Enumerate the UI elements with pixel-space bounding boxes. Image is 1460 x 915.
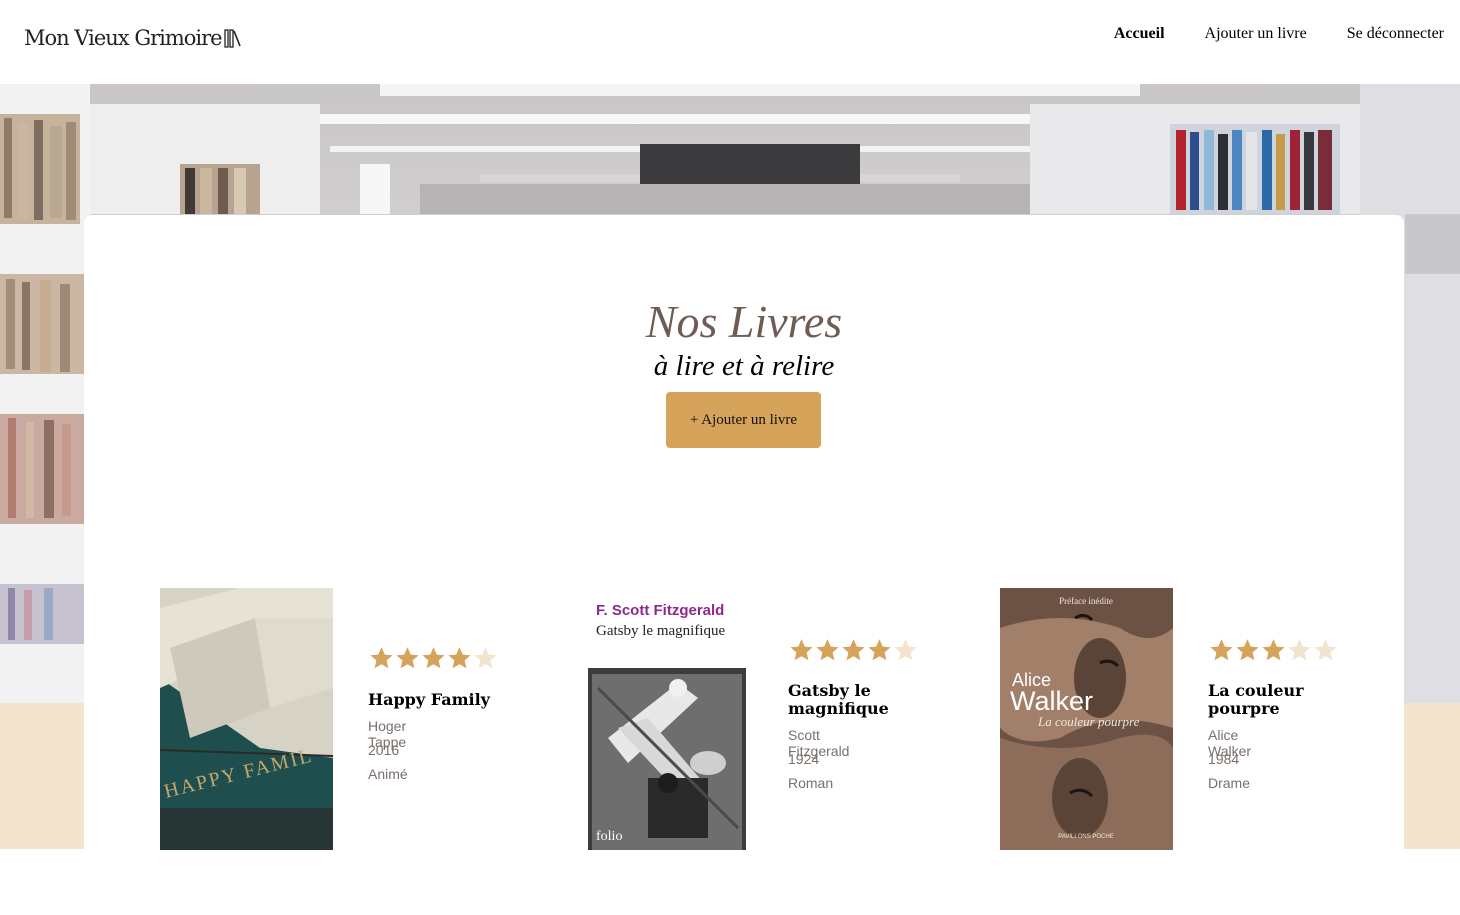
star-filled-icon bbox=[396, 647, 419, 669]
nav-ajouter-livre[interactable]: Ajouter un livre bbox=[1205, 25, 1307, 43]
star-filled-icon bbox=[448, 647, 471, 669]
book-genre: Animé bbox=[368, 766, 408, 782]
book-title: Gatsby le magnifique bbox=[788, 681, 889, 718]
book-year: 2016 bbox=[368, 742, 400, 758]
svg-text:PAVILLONS POCHE: PAVILLONS POCHE bbox=[1058, 834, 1113, 840]
site-header: Mon Vieux Grimoire Accueil Ajouter un li… bbox=[0, 0, 1460, 84]
star-filled-icon bbox=[842, 639, 865, 661]
star-empty-icon bbox=[1314, 639, 1337, 661]
page-subtitle: à lire et à relire bbox=[653, 350, 835, 382]
rating-stars bbox=[368, 645, 498, 671]
star-filled-icon bbox=[868, 639, 891, 661]
nav-accueil[interactable]: Accueil bbox=[1114, 25, 1165, 43]
star-empty-icon bbox=[1288, 639, 1311, 661]
svg-text:Gatsby le magnifique: Gatsby le magnifique bbox=[596, 623, 725, 639]
star-filled-icon bbox=[422, 647, 445, 669]
star-filled-icon bbox=[1210, 639, 1233, 661]
add-book-button[interactable]: + Ajouter un livre bbox=[666, 392, 821, 448]
page-title: Nos Livres bbox=[645, 296, 843, 347]
book-genre: Drame bbox=[1208, 775, 1251, 791]
nav-se-deconnecter[interactable]: Se déconnecter bbox=[1347, 25, 1444, 43]
rating-stars bbox=[788, 637, 918, 663]
rating-stars bbox=[1208, 637, 1338, 663]
star-empty-icon bbox=[894, 639, 917, 661]
star-filled-icon bbox=[370, 647, 393, 669]
book-year: 1984 bbox=[1208, 751, 1240, 767]
star-filled-icon bbox=[1262, 639, 1285, 661]
svg-text:Préface inédite: Préface inédite bbox=[1059, 596, 1113, 606]
books-icon bbox=[223, 29, 241, 48]
svg-text:folio: folio bbox=[596, 829, 622, 844]
book-cover-image: Préface inédite Alice Walker La couleur … bbox=[1000, 588, 1173, 850]
main-card: Nos Livres à lire et à relire + Ajouter … bbox=[84, 215, 1404, 915]
star-filled-icon bbox=[790, 639, 813, 661]
main-nav: Accueil Ajouter un livre Se déconnecter bbox=[1074, 25, 1444, 43]
book-year: 1924 bbox=[788, 751, 820, 767]
logo[interactable]: Mon Vieux Grimoire bbox=[24, 26, 242, 50]
book-title: Happy Family bbox=[368, 690, 490, 709]
book-genre: Roman bbox=[788, 775, 834, 791]
svg-text:F. Scott Fitzgerald: F. Scott Fitzgerald bbox=[596, 602, 724, 619]
star-empty-icon bbox=[474, 647, 497, 669]
svg-text:La couleur pourpre: La couleur pourpre bbox=[1037, 714, 1140, 729]
svg-text:Walker: Walker bbox=[1010, 686, 1093, 716]
star-filled-icon bbox=[1236, 639, 1259, 661]
star-filled-icon bbox=[816, 639, 839, 661]
book-title: La couleur pourpre bbox=[1208, 681, 1304, 718]
logo-text: Mon Vieux Grimoire bbox=[24, 26, 223, 50]
book-cover-image: F. Scott Fitzgerald Gatsby le magnifique… bbox=[588, 588, 761, 850]
book-cover-image: HAPPY FAMIL bbox=[160, 588, 333, 850]
